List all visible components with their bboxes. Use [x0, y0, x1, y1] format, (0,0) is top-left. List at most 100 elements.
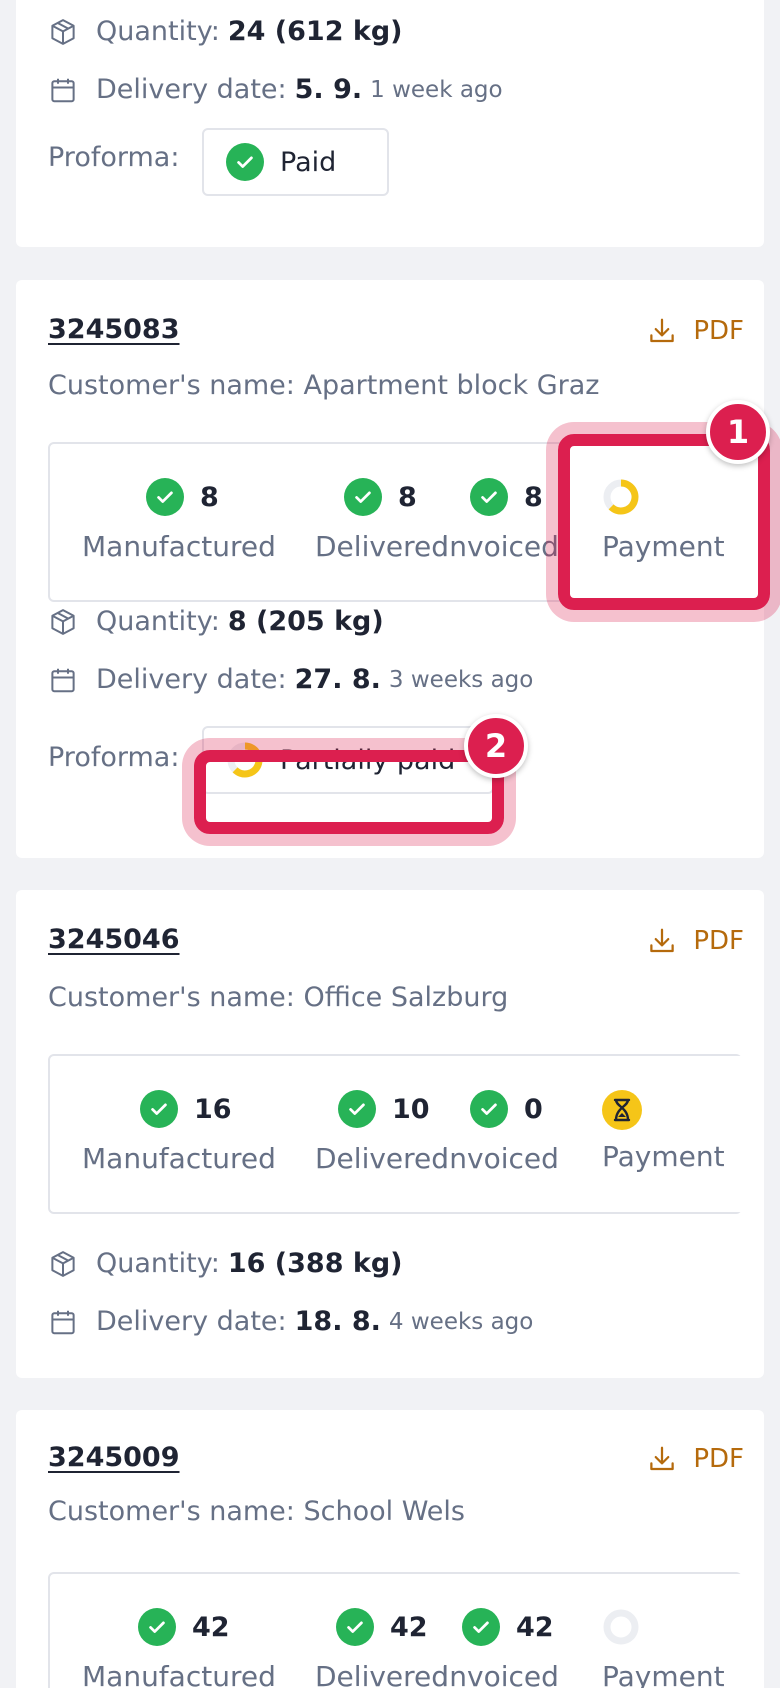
delivery-relative: 4 weeks ago [388, 1308, 534, 1335]
pdf-label: PDF [693, 926, 744, 956]
proforma-status-pill[interactable]: Partially paid [202, 726, 494, 794]
quantity-label: Quantity: [96, 1248, 220, 1279]
manufactured-label: Manufactured [82, 1142, 276, 1175]
delivered-count: 42 [390, 1611, 428, 1643]
manufactured-status: 16 Manufactured [50, 1056, 316, 1212]
delivery-row: Delivery date: 18. 8. 4 weeks ago [48, 1306, 533, 1337]
pdf-download-link[interactable]: PDF [647, 926, 744, 956]
proforma-status-text: Paid [280, 146, 337, 178]
delivered-label: Delivered [315, 1142, 450, 1175]
delivery-label: Delivery date: [96, 1306, 287, 1337]
order-number-link[interactable]: 3245009 [48, 1442, 180, 1473]
invoiced-count: 42 [516, 1611, 554, 1643]
quantity-value: 24 (612 kg) [227, 16, 403, 47]
payment-label: Payment [602, 1140, 725, 1173]
delivered-status: 42 Delivered [315, 1574, 449, 1688]
invoiced-label: Invoiced [441, 530, 559, 563]
check-icon [470, 478, 508, 516]
proforma-status-pill[interactable]: Paid [202, 128, 389, 196]
invoiced-status: 8 Invoiced [441, 444, 571, 600]
delivery-relative: 3 weeks ago [388, 666, 534, 693]
quantity-row: Quantity: 24 (612 kg) [48, 16, 403, 47]
delivery-label: Delivery date: [96, 74, 287, 105]
manufactured-status: 8 Manufactured [50, 444, 316, 600]
partial-progress-icon [603, 479, 639, 515]
delivered-count: 8 [398, 481, 417, 513]
invoiced-count: 8 [524, 481, 543, 513]
order-number-link[interactable]: 3245083 [48, 314, 180, 345]
delivered-label: Delivered [315, 530, 450, 563]
check-icon [338, 1090, 376, 1128]
status-panel: 42 Manufactured 42 Delivered 42 Invoiced… [48, 1572, 744, 1688]
invoiced-label: Invoiced [441, 1660, 559, 1688]
order-card: 3245009 PDF Customer's name: School Wels… [16, 1410, 764, 1688]
customer-name: Customer's name: Apartment block Graz [48, 370, 600, 401]
box-icon [51, 18, 75, 45]
download-icon [650, 928, 675, 953]
pdf-label: PDF [693, 316, 744, 346]
check-icon [462, 1608, 500, 1646]
pdf-download-link[interactable]: PDF [647, 1444, 744, 1474]
invoiced-status: 0 Invoiced [441, 1056, 571, 1212]
empty-progress-icon [603, 1609, 639, 1645]
order-card: 3245046 PDF Customer's name: Office Salz… [16, 890, 764, 1378]
delivery-row: Delivery date: 5. 9. 1 week ago [48, 74, 503, 105]
manufactured-count: 8 [200, 481, 219, 513]
download-icon [650, 1446, 675, 1471]
delivered-status: 10 Delivered [315, 1056, 449, 1212]
delivery-date: 5. 9. [294, 74, 363, 105]
customer-name: Customer's name: School Wels [48, 1496, 465, 1527]
annotation-badge-1: 1 [706, 400, 770, 464]
delivery-label: Delivery date: [96, 664, 287, 695]
check-icon [344, 478, 382, 516]
quantity-label: Quantity: [96, 16, 220, 47]
quantity-value: 8 (205 kg) [227, 606, 384, 637]
order-card: 3245083 PDF Customer's name: Apartment b… [16, 280, 764, 858]
invoiced-status: 42 Invoiced [441, 1574, 571, 1688]
manufactured-label: Manufactured [82, 1660, 276, 1688]
check-icon [226, 143, 264, 181]
check-icon [470, 1090, 508, 1128]
status-panel: 8 Manufactured 8 Delivered 8 Invoiced Pa… [48, 442, 744, 602]
invoiced-label: Invoiced [441, 1142, 559, 1175]
order-number-link[interactable]: 3245046 [48, 924, 180, 955]
order-card: Quantity: 24 (612 kg) Delivery date: 5. … [16, 0, 764, 247]
delivered-status: 8 Delivered [315, 444, 449, 600]
payment-status[interactable]: Payment [570, 1056, 744, 1212]
manufactured-status: 42 Manufactured [50, 1574, 316, 1688]
pdf-label: PDF [693, 1444, 744, 1474]
quantity-row: Quantity: 16 (388 kg) [48, 1248, 403, 1279]
pdf-download-link[interactable]: PDF [647, 316, 744, 346]
partial-progress-icon [227, 742, 263, 778]
status-panel: 16 Manufactured 10 Delivered 0 Invoiced … [48, 1054, 744, 1214]
proforma-label: Proforma: [48, 742, 180, 773]
manufactured-count: 42 [192, 1611, 230, 1643]
annotation-badge-2: 2 [464, 714, 528, 778]
payment-label: Payment [602, 1660, 725, 1688]
proforma-status-text: Partially paid [280, 744, 456, 776]
customer-name: Customer's name: Office Salzburg [48, 982, 509, 1013]
quantity-row: Quantity: 8 (205 kg) [48, 606, 384, 637]
payment-status[interactable]: Payment [570, 444, 744, 600]
delivery-date: 27. 8. [294, 664, 381, 695]
manufactured-label: Manufactured [82, 530, 276, 563]
calendar-icon [51, 1310, 75, 1334]
delivery-row: Delivery date: 27. 8. 3 weeks ago [48, 664, 533, 695]
delivered-label: Delivered [315, 1660, 450, 1688]
hourglass-icon [602, 1090, 642, 1130]
check-icon [336, 1608, 374, 1646]
payment-status[interactable]: Payment [570, 1574, 744, 1688]
download-icon [650, 318, 675, 343]
calendar-icon [51, 668, 75, 692]
check-icon [140, 1090, 178, 1128]
box-icon [51, 1250, 75, 1277]
payment-label: Payment [602, 530, 725, 563]
manufactured-count: 16 [194, 1093, 232, 1125]
calendar-icon [51, 78, 75, 102]
check-icon [146, 478, 184, 516]
quantity-value: 16 (388 kg) [227, 1248, 403, 1279]
proforma-label: Proforma: [48, 142, 180, 173]
quantity-label: Quantity: [96, 606, 220, 637]
delivery-date: 18. 8. [294, 1306, 381, 1337]
box-icon [51, 608, 75, 635]
